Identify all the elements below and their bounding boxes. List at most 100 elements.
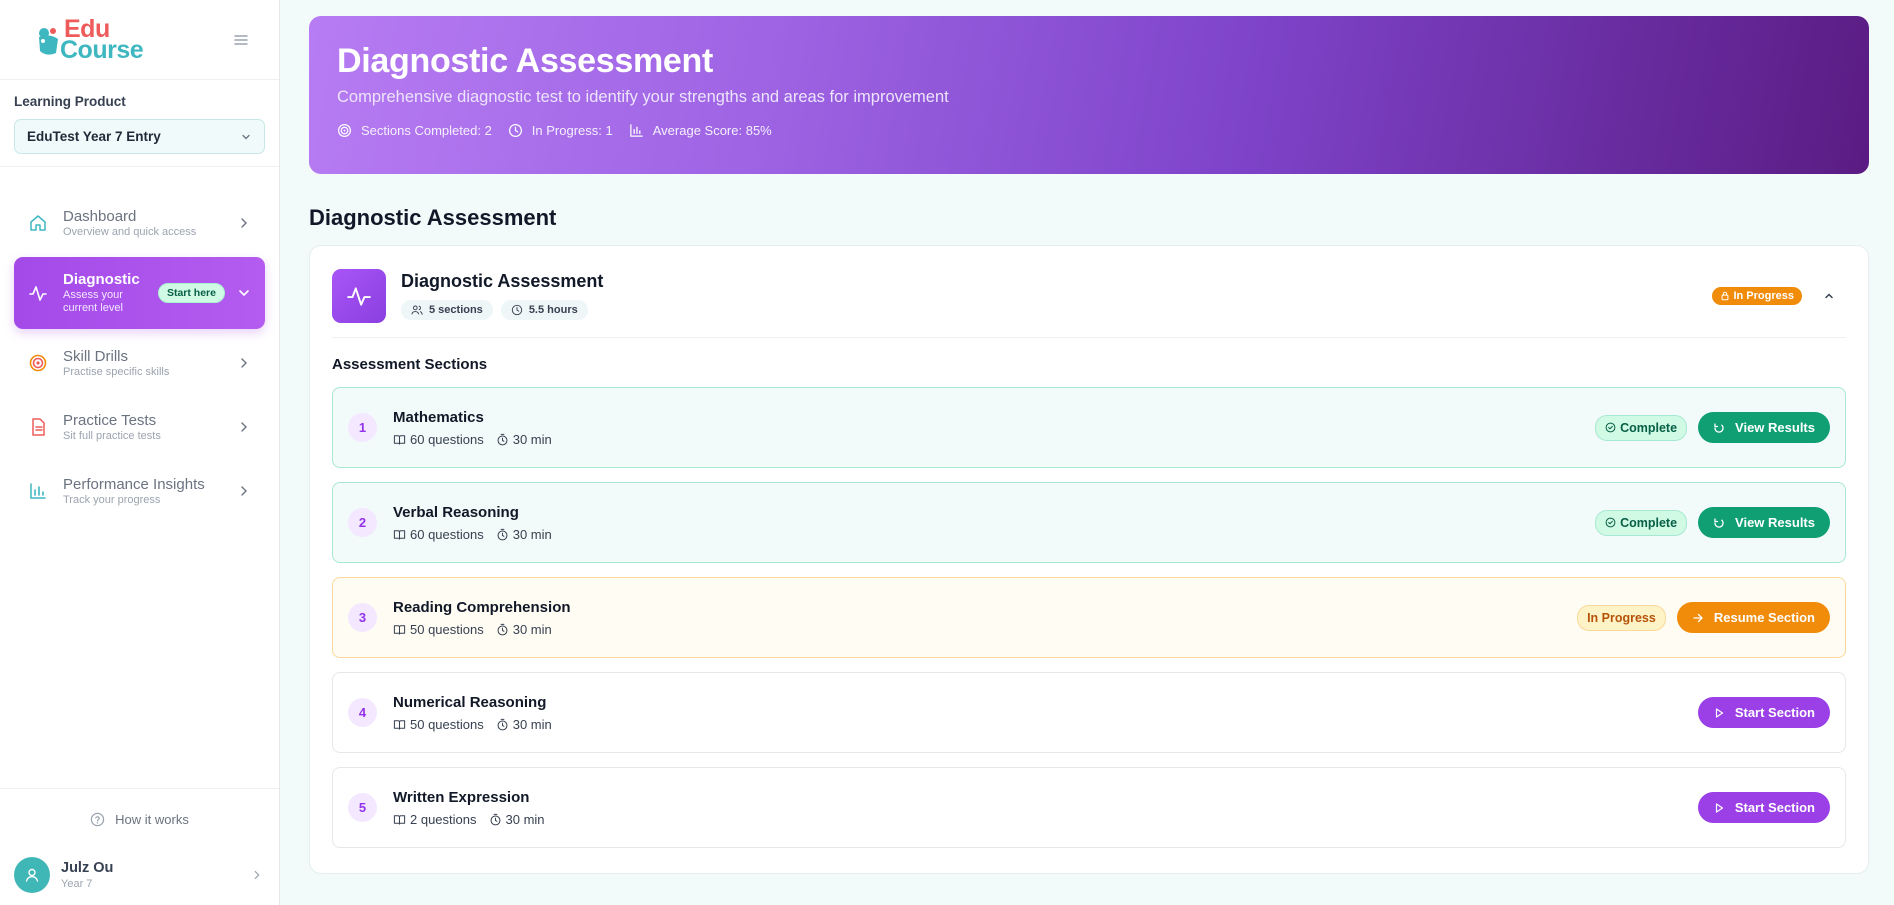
main-content: Diagnostic Assessment Comprehensive diag… <box>281 0 1894 905</box>
time-limit: 30 min <box>496 527 552 542</box>
questions-text: 2 questions <box>410 811 477 827</box>
check-circle-icon <box>1605 517 1616 528</box>
time-text: 30 min <box>505 811 545 827</box>
arrow-right-icon <box>1693 613 1703 622</box>
sections-chip: 5 sections <box>401 300 493 320</box>
how-it-works-label: How it works <box>115 811 189 827</box>
chevron-down-icon <box>239 290 249 297</box>
learning-product-select[interactable]: EduTest Year 7 Entry <box>14 119 265 154</box>
questions-count: 60 questions <box>393 527 484 542</box>
clock-icon <box>508 123 522 138</box>
hero-banner: Diagnostic Assessment Comprehensive diag… <box>309 16 1869 174</box>
play-icon <box>1715 802 1723 813</box>
users-icon <box>411 305 423 315</box>
hero-subtitle: Comprehensive diagnostic test to identif… <box>337 88 949 106</box>
chevron-right-icon <box>241 358 247 368</box>
book-icon <box>393 434 406 445</box>
bar-chart-icon <box>630 124 643 137</box>
time-text: 30 min <box>512 716 552 732</box>
time-limit: 30 min <box>496 622 552 637</box>
questions-text: 50 questions <box>410 621 484 637</box>
section-number: 3 <box>348 603 377 632</box>
book-icon <box>393 624 406 635</box>
stat-in-progress: In Progress: 1 <box>508 123 613 138</box>
chevron-right-icon <box>254 870 260 880</box>
section-title: Mathematics <box>393 408 484 426</box>
section-row-written-expression: 5 Written Expression 2 questions 30 min <box>332 767 1846 848</box>
stat-in-progress-text: In Progress: 1 <box>531 123 613 138</box>
chevron-up-icon <box>1825 292 1833 298</box>
logo-row: Edu Course <box>0 0 279 80</box>
start-section-label: Start Section <box>1734 800 1815 815</box>
hours-chip: 5.5 hours <box>500 300 588 320</box>
sidebar-item-skill-drills[interactable]: Skill Drills Practise specific skills <box>14 331 265 395</box>
timer-icon <box>497 623 508 635</box>
timer-icon <box>497 528 508 540</box>
section-title: Verbal Reasoning <box>393 503 519 521</box>
status-badge: In Progress <box>1712 286 1802 305</box>
timer-icon <box>490 813 500 825</box>
start-section-button[interactable]: Start Section <box>1697 792 1830 823</box>
start-section-button[interactable]: Start Section <box>1697 697 1830 728</box>
avatar <box>14 857 50 893</box>
view-results-button[interactable]: View Results <box>1698 412 1830 443</box>
sidebar-item-dashboard[interactable]: Dashboard Overview and quick access <box>14 191 265 255</box>
sidebar-item-subtitle: Sit full practice tests <box>63 430 161 442</box>
stat-average-text: Average Score: 85% <box>652 123 772 138</box>
clock-icon <box>511 304 522 316</box>
sidebar-item-subtitle: Overview and quick access <box>63 226 197 238</box>
help-circle-icon <box>90 812 105 826</box>
start-here-badge: Start here <box>157 283 225 303</box>
sidebar: Edu Course Learning Product EduTest Year… <box>0 0 280 905</box>
book-icon <box>393 719 406 730</box>
logo[interactable]: Edu Course <box>36 16 144 62</box>
sections-chip-text: 5 sections <box>429 304 483 316</box>
time-text: 30 min <box>512 526 552 542</box>
sidebar-nav: Dashboard Overview and quick access Diag… <box>0 167 279 523</box>
time-text: 30 min <box>512 431 552 447</box>
sidebar-item-title: Performance Insights <box>63 476 205 493</box>
sidebar-item-diagnostic[interactable]: Diagnostic Assess your current level Sta… <box>14 257 265 329</box>
time-limit: 30 min <box>489 812 545 827</box>
time-limit: 30 min <box>496 717 552 732</box>
questions-count: 60 questions <box>393 432 484 447</box>
home-icon <box>30 215 46 231</box>
status-badge-text: In Progress <box>1733 289 1794 302</box>
questions-count: 50 questions <box>393 717 484 732</box>
user-profile[interactable]: Julz Ou Year 7 <box>0 849 279 901</box>
hamburger-menu-icon[interactable] <box>229 28 253 52</box>
check-circle-icon <box>1605 422 1616 433</box>
section-row-numerical-reasoning: 4 Numerical Reasoning 50 questions 30 mi… <box>332 672 1846 753</box>
sidebar-item-practice-tests[interactable]: Practice Tests Sit full practice tests <box>14 395 265 459</box>
collapse-button[interactable] <box>1820 287 1838 305</box>
resume-section-label: Resume Section <box>1713 610 1815 625</box>
refresh-icon <box>1714 517 1724 528</box>
section-title: Numerical Reasoning <box>393 693 547 711</box>
logo-mark-icon <box>36 23 58 57</box>
sidebar-item-title: Diagnostic <box>63 271 140 288</box>
learning-product-value: EduTest Year 7 Entry <box>27 129 161 144</box>
assessment-card-header: Diagnostic Assessment 5 sections 5.5 hou… <box>332 268 1846 338</box>
complete-text: Complete <box>1620 515 1678 530</box>
in-progress-badge: In Progress <box>1577 604 1666 631</box>
section-number: 1 <box>348 413 377 442</box>
section-number: 2 <box>348 508 377 537</box>
resume-section-button[interactable]: Resume Section <box>1676 602 1830 633</box>
sidebar-item-subtitle: Assess your current level <box>63 289 123 314</box>
stat-completed-text: Sections Completed: 2 <box>361 123 492 138</box>
target-icon <box>337 123 352 138</box>
user-year: Year 7 <box>61 878 93 890</box>
hours-chip-text: 5.5 hours <box>528 304 578 316</box>
start-section-label: Start Section <box>1734 705 1815 720</box>
sidebar-item-performance-insights[interactable]: Performance Insights Track your progress <box>14 459 265 523</box>
user-name: Julz Ou <box>61 860 114 876</box>
stat-average-score: Average Score: 85% <box>629 123 772 138</box>
chevron-down-icon <box>242 134 250 139</box>
chevron-right-icon <box>241 218 247 228</box>
questions-count: 2 questions <box>393 812 477 827</box>
view-results-button[interactable]: View Results <box>1698 507 1830 538</box>
target-icon <box>29 354 47 372</box>
section-number: 4 <box>348 698 377 727</box>
section-title: Reading Comprehension <box>393 598 571 616</box>
how-it-works-link[interactable]: How it works <box>0 789 279 849</box>
